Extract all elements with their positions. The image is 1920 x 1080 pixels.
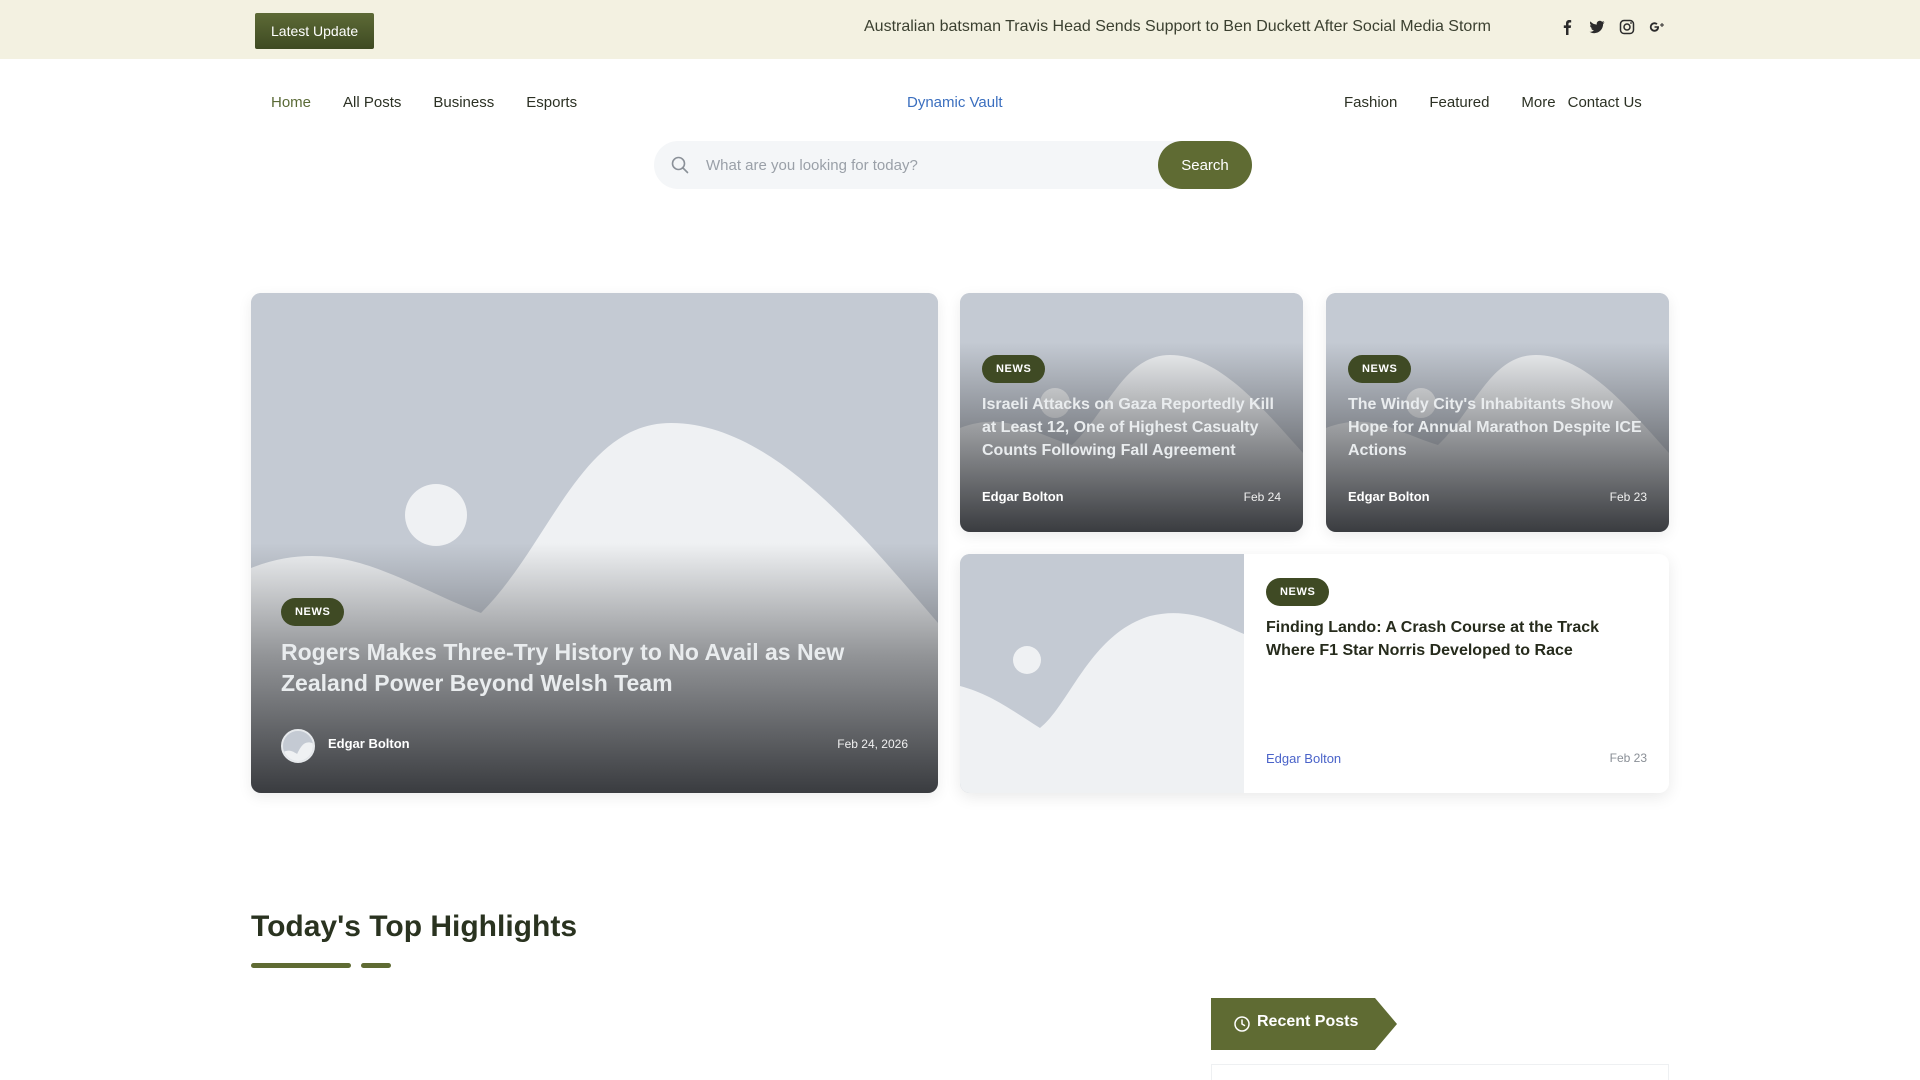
search-bar: Search bbox=[654, 141, 1252, 189]
latest-update-button[interactable]: Latest Update bbox=[255, 13, 375, 49]
article-title[interactable]: Rogers Makes Three-Try History to No Ava… bbox=[281, 637, 881, 699]
image-placeholder-icon bbox=[960, 554, 1244, 793]
instagram-icon[interactable] bbox=[1618, 16, 1636, 38]
nav-fashion[interactable]: Fashion bbox=[1328, 94, 1413, 111]
nav-business[interactable]: Business bbox=[417, 94, 510, 111]
search-icon bbox=[671, 156, 689, 174]
article-author[interactable]: Edgar Bolton bbox=[1348, 489, 1430, 504]
twitter-icon[interactable] bbox=[1588, 16, 1606, 38]
article-date: Feb 24, 2026 bbox=[837, 737, 908, 751]
category-badge[interactable]: NEWS bbox=[281, 598, 345, 626]
featured-card-main[interactable]: NEWS Rogers Makes Three-Try History to N… bbox=[251, 293, 938, 793]
article-author[interactable]: Edgar Bolton bbox=[1266, 751, 1341, 766]
clock-icon bbox=[1234, 1016, 1250, 1032]
recent-posts-label: Recent Posts bbox=[1257, 1013, 1359, 1030]
section-title: Today's Top Highlights bbox=[251, 910, 578, 943]
recent-posts-list bbox=[1211, 1064, 1669, 1080]
nav-contact-us[interactable]: Contact Us bbox=[1562, 94, 1658, 111]
recent-posts-tab-tip bbox=[1375, 998, 1397, 1050]
category-badge[interactable]: NEWS bbox=[1266, 578, 1330, 606]
search-input[interactable] bbox=[706, 141, 1086, 189]
article-date: Feb 24 bbox=[1243, 490, 1281, 504]
article-date: Feb 23 bbox=[1609, 490, 1647, 504]
main-nav-right: Fashion Featured More Contact Us bbox=[1328, 94, 1658, 111]
avatar bbox=[281, 729, 315, 763]
top-bar: Latest Update Australian batsman Travis … bbox=[0, 0, 1920, 59]
category-badge[interactable]: NEWS bbox=[1348, 355, 1412, 383]
nav-featured[interactable]: Featured bbox=[1413, 94, 1505, 111]
article-author[interactable]: Edgar Bolton bbox=[982, 489, 1064, 504]
category-badge[interactable]: NEWS bbox=[982, 355, 1046, 383]
article-date: Feb 23 bbox=[1609, 751, 1647, 765]
site-brand[interactable]: Dynamic Vault bbox=[907, 94, 1003, 111]
featured-card-side[interactable]: NEWS The Windy City's Inhabitants Show H… bbox=[1326, 293, 1669, 532]
title-underline bbox=[251, 963, 351, 968]
main-nav-left: Home All Posts Business Esports bbox=[255, 94, 593, 111]
article-author[interactable]: Edgar Bolton bbox=[328, 736, 410, 751]
nav-esports[interactable]: Esports bbox=[510, 94, 593, 111]
title-underline-accent bbox=[361, 963, 391, 968]
nav-home[interactable]: Home bbox=[255, 94, 327, 111]
social-links bbox=[1558, 16, 1666, 38]
featured-card-side[interactable]: NEWS Israeli Attacks on Gaza Reportedly … bbox=[960, 293, 1303, 532]
nav-more[interactable]: More bbox=[1505, 94, 1561, 111]
featured-card-wide[interactable]: NEWS Finding Lando: A Crash Course at th… bbox=[960, 554, 1669, 793]
article-title[interactable]: The Windy City's Inhabitants Show Hope f… bbox=[1348, 393, 1653, 462]
search-button[interactable]: Search bbox=[1158, 141, 1252, 189]
article-title[interactable]: Finding Lando: A Crash Course at the Tra… bbox=[1266, 616, 1646, 662]
recent-posts-header: Recent Posts bbox=[1211, 998, 1397, 1050]
facebook-icon[interactable] bbox=[1558, 16, 1576, 38]
article-title[interactable]: Israeli Attacks on Gaza Reportedly Kill … bbox=[982, 393, 1287, 462]
google-plus-icon[interactable] bbox=[1648, 16, 1666, 38]
nav-all-posts[interactable]: All Posts bbox=[327, 94, 417, 111]
news-ticker[interactable]: Australian batsman Travis Head Sends Sup… bbox=[864, 18, 1491, 36]
